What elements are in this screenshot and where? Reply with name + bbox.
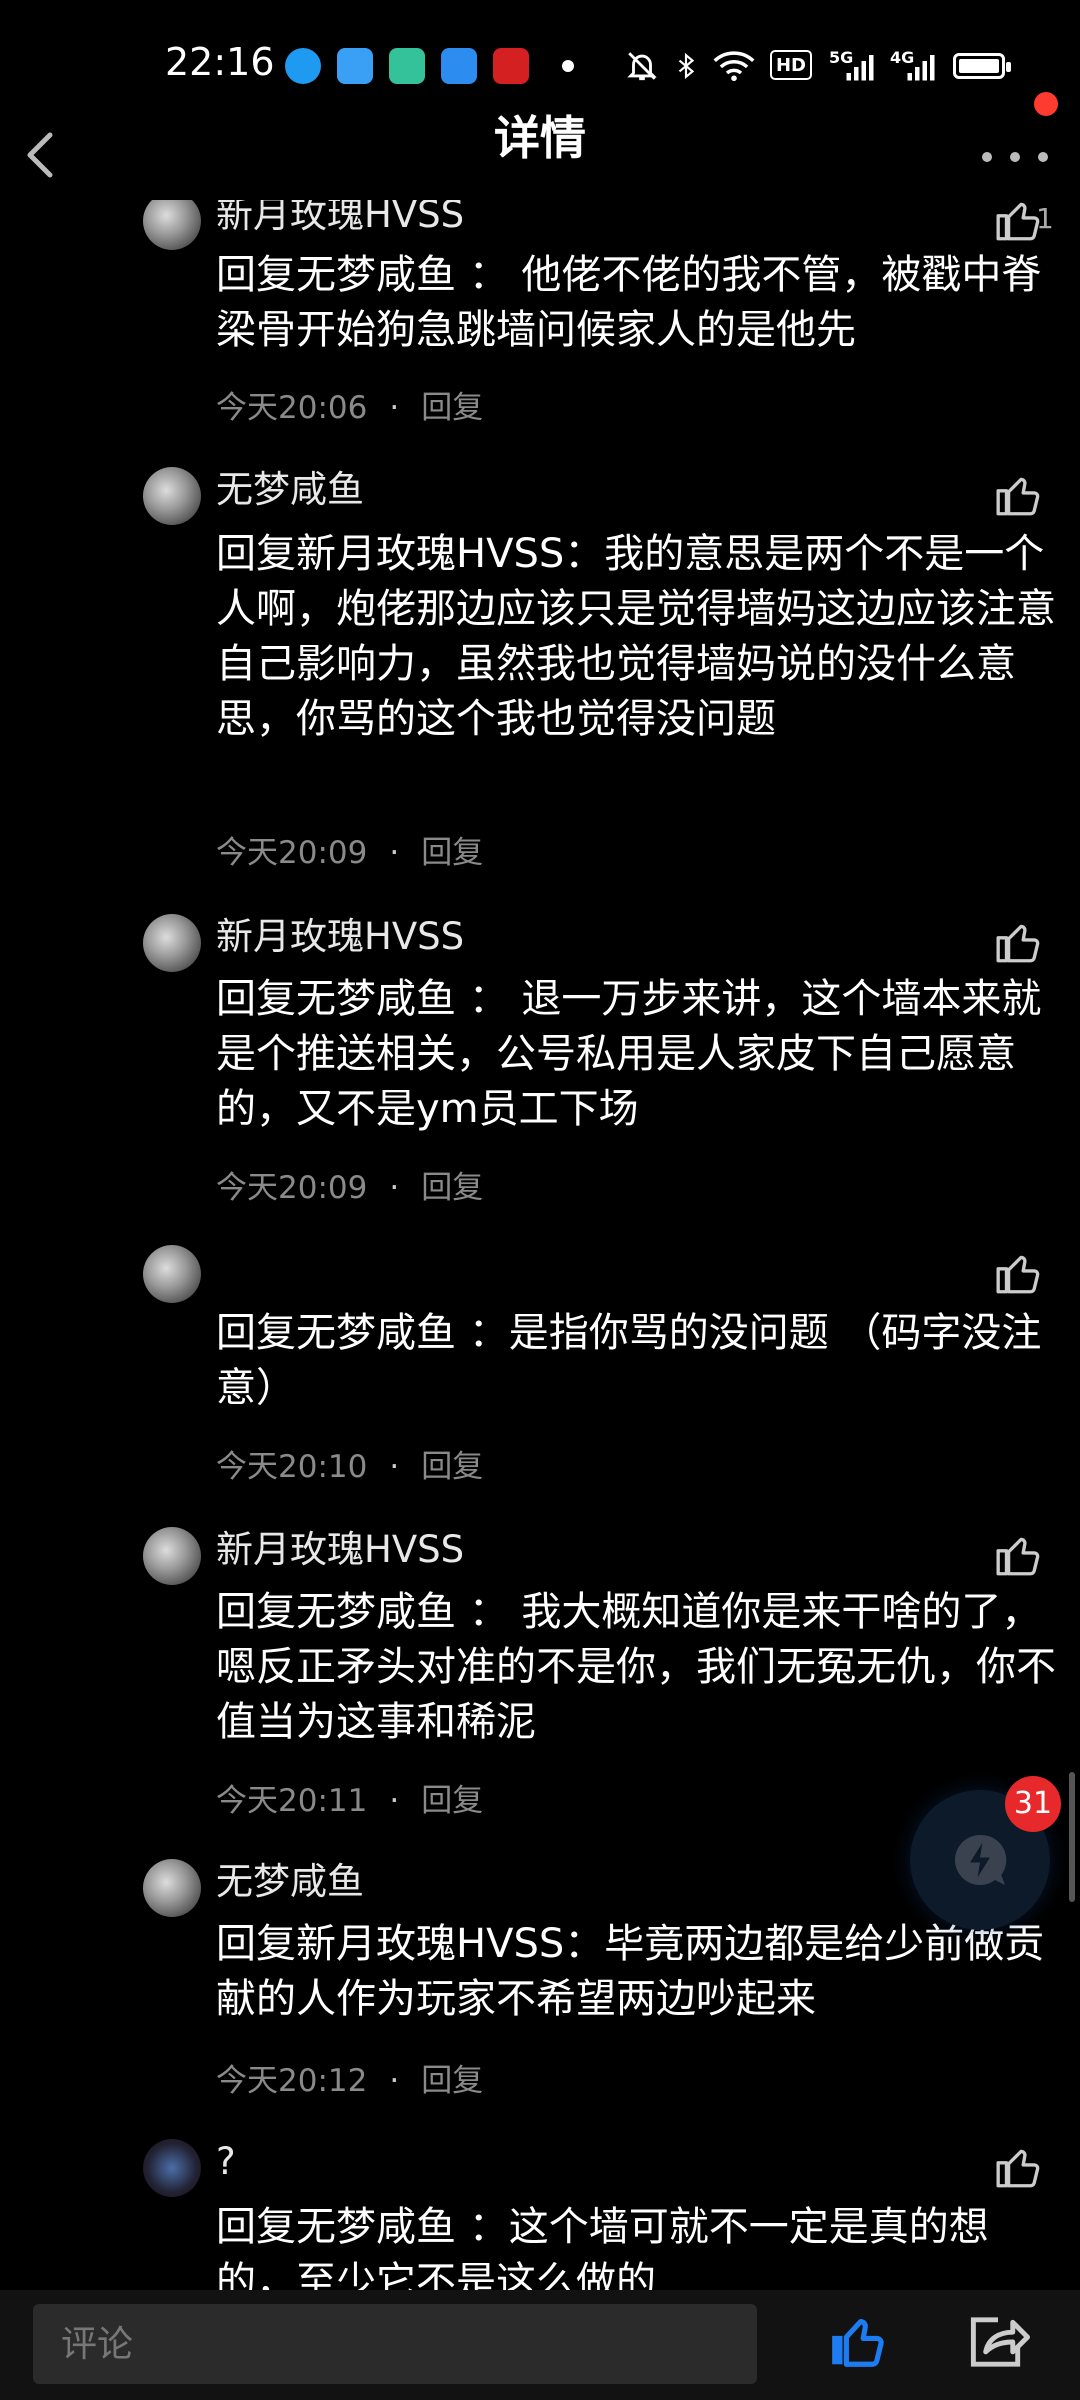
comment-text: 回复新月玫瑰HVSS：我的意思是两个不是一个人啊，炮佬那边应该只是觉得墙妈这边应…: [216, 531, 1056, 742]
comment-input[interactable]: [33, 2304, 757, 2384]
scrollbar[interactable]: [1069, 1772, 1075, 1902]
avatar[interactable]: [143, 1527, 201, 1585]
dot-icon: [1038, 152, 1048, 162]
bluetooth-icon: [678, 52, 695, 80]
comment-time: 今天20:10: [216, 1449, 368, 1485]
avatar[interactable]: [143, 1245, 201, 1303]
comment-username[interactable]: 新月玫瑰HVSS: [216, 912, 464, 962]
comment-time: 今天20:12: [216, 2063, 368, 2099]
comment-text: 回复无梦咸鱼 ： 我大概知道你是来干啥的了，嗯反正矛头对准的不是你，我们无冤无仇…: [216, 1589, 1056, 1745]
comment-text: 回复新月玫瑰HVSS：毕竟两边都是给少前做贡献的人作为玩家不希望两边吵起来: [216, 1921, 1045, 2022]
wifi-icon: [713, 51, 755, 82]
dot-icon: [982, 152, 992, 162]
avatar[interactable]: [143, 192, 201, 250]
like-count: 1: [1036, 202, 1054, 235]
comment-time: 今天20:09: [216, 835, 368, 871]
avatar[interactable]: [143, 914, 201, 972]
comment-username[interactable]: 无梦咸鱼: [216, 465, 364, 515]
qq-icon: [285, 48, 321, 84]
reply-button[interactable]: 回复: [421, 2063, 483, 2099]
comment-username[interactable]: 新月玫瑰HVSS: [216, 1525, 464, 1575]
comment-meta: 今天20:12 · 回复: [216, 2063, 484, 2099]
comment-text: 回复无梦咸鱼 ： 退一万步来讲，这个墙本来就是个推送相关，公号私用是人家皮下自己…: [216, 976, 1042, 1132]
comment-text: 回复无梦咸鱼 ：这个墙可就不一定是真的想的，至少它不是这么做的: [216, 2204, 989, 2290]
comment-list: 新月玫瑰HVSS 1 回复无梦咸鱼 ： 他佬不佬的我不管，被戳中脊梁骨开始狗急跳…: [0, 0, 1080, 2290]
like-icon[interactable]: [994, 470, 1044, 520]
notification-dot-icon: [562, 60, 574, 72]
app-icon: [441, 48, 477, 84]
comment-time: 今天20:11: [216, 1783, 368, 1819]
signal-icon: [907, 55, 935, 81]
mute-bell-icon: [627, 52, 657, 81]
page-title: 详情: [494, 111, 586, 165]
app-icon: [389, 48, 425, 84]
comment-meta: 今天20:10 · 回复: [216, 1449, 484, 1485]
lightning-chat-icon: [955, 1834, 1007, 1885]
comment-username[interactable]: 无梦咸鱼: [216, 1857, 364, 1907]
reply-button[interactable]: 回复: [421, 390, 483, 426]
like-icon[interactable]: [994, 917, 1044, 967]
top-navigation: 详情: [0, 100, 1080, 200]
avatar[interactable]: [143, 2139, 201, 2197]
comment-username[interactable]: ?: [216, 2137, 236, 2187]
dot-icon: [1010, 152, 1020, 162]
avatar[interactable]: [143, 467, 201, 525]
app-icon: [493, 48, 529, 84]
unread-count-badge: 31: [1005, 1776, 1061, 1832]
reply-button[interactable]: 回复: [421, 1170, 483, 1206]
more-options-button[interactable]: [980, 130, 1050, 180]
app-icon: [337, 48, 373, 84]
reply-button[interactable]: 回复: [421, 1449, 483, 1485]
comment-text: 回复无梦咸鱼 ：是指你骂的没问题 （码字没注意）: [216, 1310, 1042, 1411]
reply-button[interactable]: 回复: [421, 1783, 483, 1819]
comment-meta: 今天20:09 · 回复: [216, 835, 484, 871]
bottom-bar: [0, 2290, 1080, 2400]
comment-text: 回复无梦咸鱼 ： 他佬不佬的我不管，被戳中脊梁骨开始狗急跳墙问候家人的是他先: [216, 252, 1042, 353]
like-icon[interactable]: [994, 1248, 1044, 1298]
hd-badge: HD: [770, 50, 812, 80]
comment-time: 今天20:06: [216, 390, 368, 426]
status-time: 22:16: [165, 40, 275, 84]
avatar[interactable]: [143, 1859, 201, 1917]
comment-time: 今天20:09: [216, 1170, 368, 1206]
like-icon[interactable]: [827, 2310, 889, 2372]
like-icon[interactable]: [994, 2142, 1044, 2192]
comment-meta: 今天20:11 · 回复: [216, 1783, 484, 1819]
battery-icon: [953, 53, 1011, 79]
like-icon[interactable]: [994, 1530, 1044, 1580]
notification-dot: [1034, 92, 1058, 116]
comment-meta: 今天20:06 · 回复: [216, 390, 484, 426]
signal-icon: [846, 55, 874, 81]
reply-button[interactable]: 回复: [421, 835, 483, 871]
comment-meta: 今天20:09 · 回复: [216, 1170, 484, 1206]
share-icon[interactable]: [966, 2312, 1030, 2372]
